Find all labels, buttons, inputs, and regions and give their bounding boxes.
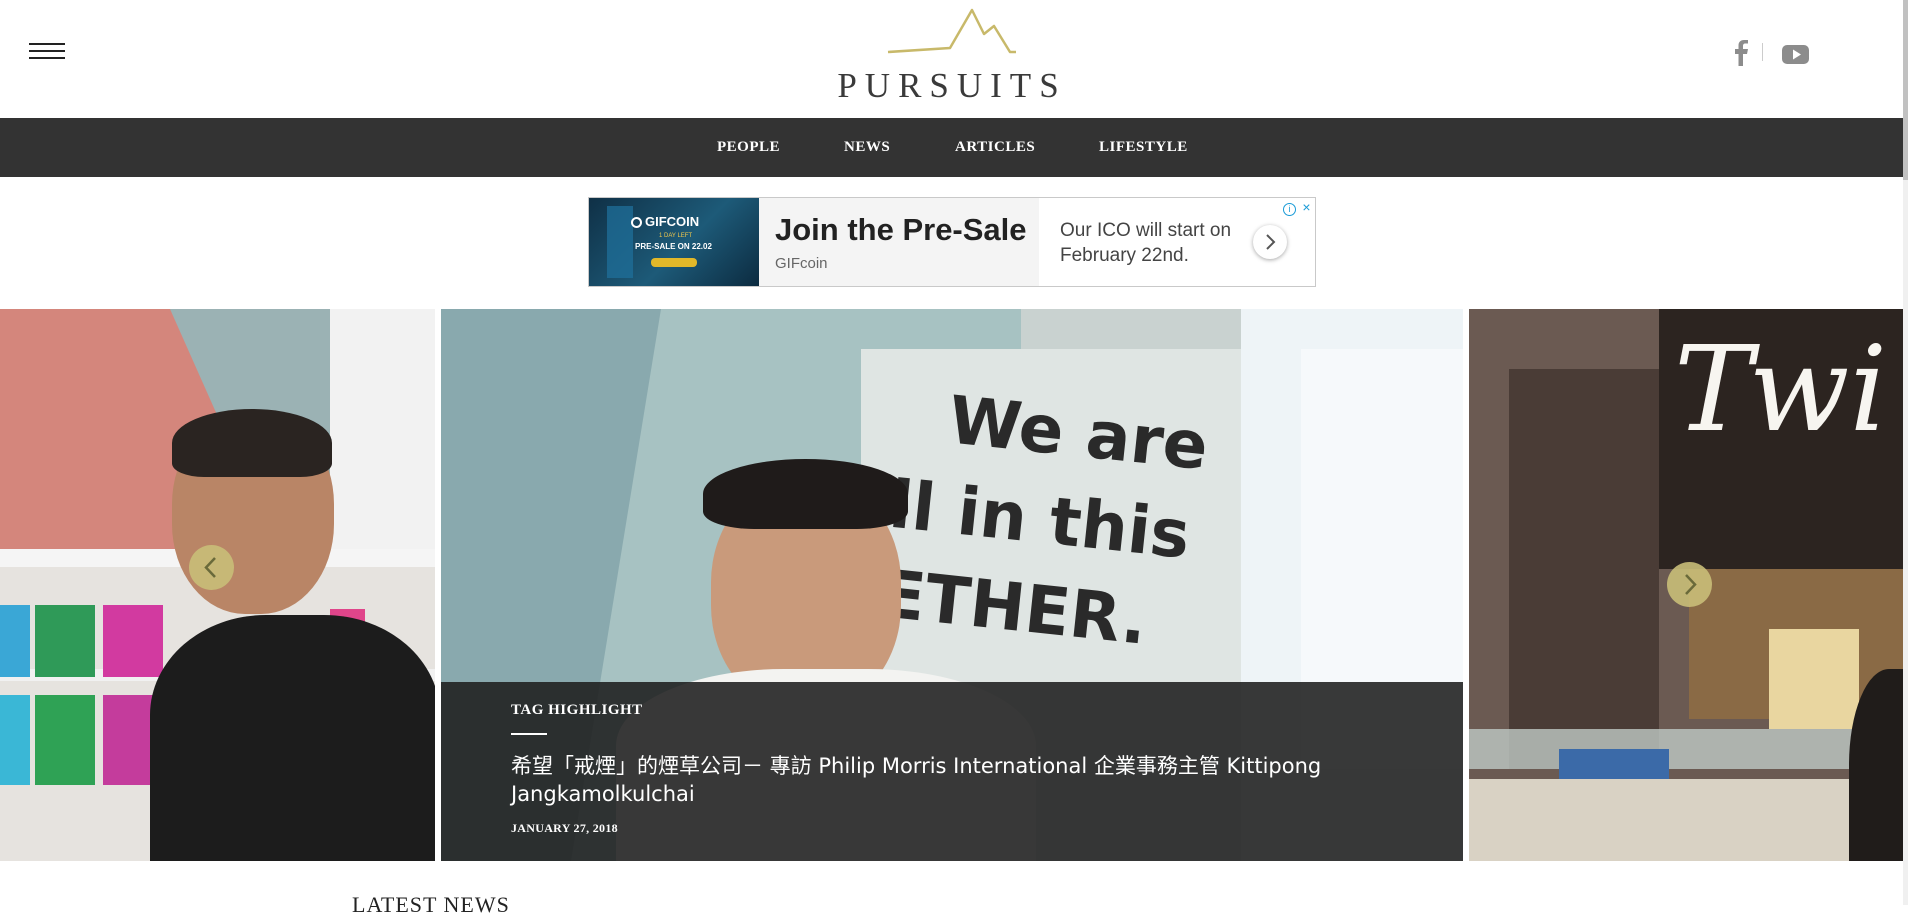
main-nav: PEOPLE NEWS ARTICLES LIFESTYLE	[0, 118, 1903, 177]
ad-image-logo: GIFCOIN	[631, 214, 699, 229]
ad-description: Our ICO will start on February 22nd.	[1060, 220, 1232, 266]
scrollbar-thumb[interactable]	[1903, 0, 1908, 180]
site-logo[interactable]: PURSUITS	[836, 6, 1068, 105]
ad-info-icon[interactable]: i	[1283, 203, 1296, 216]
nav-item-articles[interactable]: ARTICLES	[955, 118, 1035, 177]
ad-chevron-right-icon[interactable]	[1253, 225, 1287, 259]
slider-next-button[interactable]	[1667, 562, 1712, 607]
chevron-right-icon	[1685, 574, 1697, 595]
page-scrollbar[interactable]	[1903, 0, 1908, 905]
slide-caption[interactable]: TAG HIGHLIGHT 希望「戒煙」的煙草公司－ 專訪 Philip Mor…	[441, 682, 1463, 861]
ad-close-icon[interactable]: ×	[1300, 200, 1313, 214]
advertisement-banner[interactable]: GIFCOIN 1 DAY LEFT PRE-SALE ON 22.02 Joi…	[588, 197, 1316, 287]
social-divider	[1762, 43, 1763, 61]
caption-date: JANUARY 27, 2018	[511, 821, 618, 835]
caption-title[interactable]: 希望「戒煙」的煙草公司－ 專訪 Philip Morris Internatio…	[511, 752, 1371, 808]
nav-item-lifestyle[interactable]: LIFESTYLE	[1099, 118, 1188, 177]
logo-wordmark: PURSUITS	[837, 66, 1067, 105]
sign-twinings: Twi	[1674, 320, 1888, 458]
ad-image-presale: PRE-SALE ON 22.02	[635, 242, 712, 251]
slider-prev-button[interactable]	[189, 545, 234, 590]
ad-headline[interactable]: Join the Pre-Sale	[775, 212, 1027, 248]
youtube-icon[interactable]	[1782, 40, 1809, 66]
mountain-logo-icon	[887, 8, 1016, 54]
ad-choices[interactable]: i ×	[1283, 199, 1313, 216]
menu-icon[interactable]	[29, 43, 65, 63]
ad-description-panel: Our ICO will start on February 22nd.	[1039, 198, 1315, 286]
ad-image-cta	[651, 258, 697, 267]
latest-news-heading: LATEST NEWS	[352, 892, 510, 917]
caption-tag[interactable]: TAG HIGHLIGHT	[511, 702, 643, 719]
ad-image[interactable]: GIFCOIN 1 DAY LEFT PRE-SALE ON 22.02	[589, 198, 759, 286]
ad-brand: GIFcoin	[775, 255, 828, 272]
chevron-left-icon	[204, 557, 216, 578]
site-header: PURSUITS	[0, 0, 1903, 118]
nav-item-news[interactable]: NEWS	[844, 118, 890, 177]
facebook-icon[interactable]	[1733, 40, 1749, 66]
caption-divider	[511, 733, 547, 735]
ad-image-days: 1 DAY LEFT	[659, 233, 693, 239]
nav-item-people[interactable]: PEOPLE	[717, 118, 780, 177]
